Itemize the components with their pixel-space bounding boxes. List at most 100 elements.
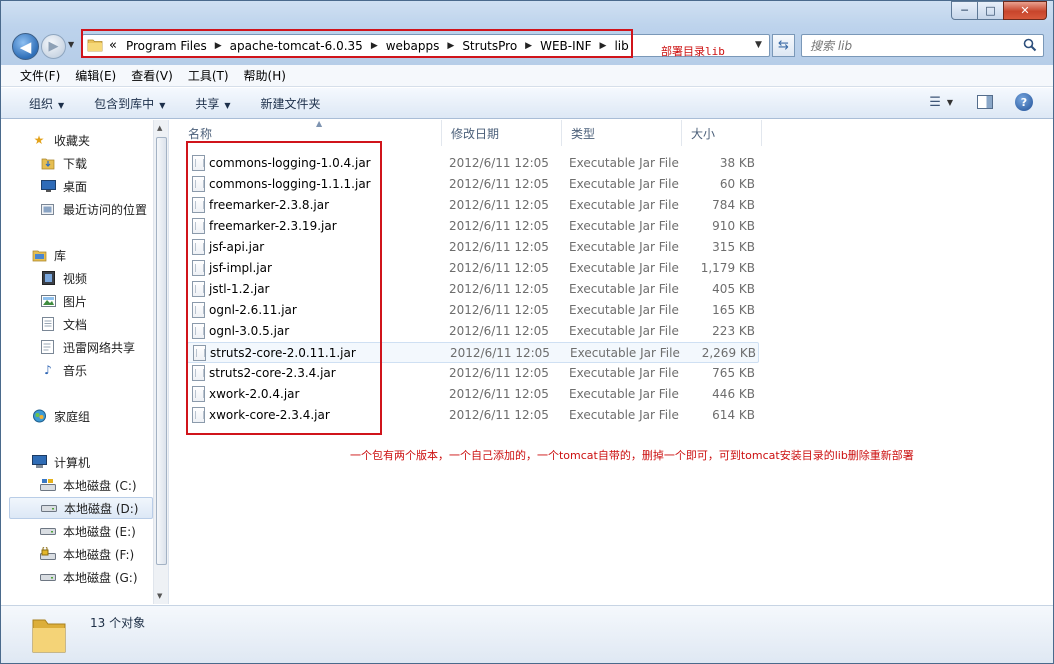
- nav-videos[interactable]: 视频: [1, 267, 153, 289]
- include-in-library-button[interactable]: 包含到库中 ▼: [94, 95, 165, 112]
- menu-view[interactable]: 查看(V): [131, 67, 173, 84]
- refresh-button[interactable]: ⇆: [772, 34, 795, 57]
- star-icon: ★: [33, 133, 45, 147]
- file-type: Executable Jar File: [569, 366, 679, 380]
- share-label: 共享: [195, 96, 220, 111]
- view-controls: ☰ ▼ ?: [929, 93, 1033, 111]
- nav-drive-c[interactable]: 本地磁盘 (C:): [1, 474, 153, 496]
- file-size: 910 KB: [712, 219, 755, 233]
- file-size: 315 KB: [712, 240, 755, 254]
- nav-label: 家庭组: [54, 409, 91, 424]
- include-library-label: 包含到库中: [94, 96, 155, 111]
- nav-drive-g[interactable]: 本地磁盘 (G:): [1, 566, 153, 588]
- organize-button[interactable]: 组织 ▼: [29, 95, 64, 112]
- address-history-dropdown[interactable]: ▼: [755, 40, 762, 50]
- file-type: Executable Jar File: [569, 198, 679, 212]
- nav-favorites[interactable]: ★ 收藏夹: [1, 129, 153, 151]
- menu-edit[interactable]: 编辑(E): [75, 67, 116, 84]
- menu-help[interactable]: 帮助(H): [244, 67, 286, 84]
- nav-label: 本地磁盘 (G:): [63, 570, 138, 585]
- file-size: 405 KB: [712, 282, 755, 296]
- file-size: 784 KB: [712, 198, 755, 212]
- file-modified: 2012/6/11 12:05: [449, 282, 549, 296]
- nav-scrollbar[interactable]: ▲ ▼: [153, 120, 168, 604]
- file-type: Executable Jar File: [569, 177, 679, 191]
- nav-downloads[interactable]: 下载: [1, 152, 153, 174]
- file-modified: 2012/6/11 12:05: [449, 261, 549, 275]
- chevron-down-icon: ▼: [58, 100, 65, 110]
- nav-drive-d[interactable]: 本地磁盘 (D:): [9, 497, 153, 519]
- annotation-address-note: 部署目录lib: [661, 45, 725, 58]
- explorer-window: ─ □ ✕ ◀ ▶ ▼ « Program Files ▶ apache-tom…: [0, 0, 1054, 664]
- caption-buttons: ─ □ ✕: [951, 1, 1047, 21]
- column-header-modified[interactable]: 修改日期: [442, 120, 562, 146]
- menu-tools[interactable]: 工具(T): [188, 67, 229, 84]
- nav-music[interactable]: ♪ 音乐: [1, 359, 153, 381]
- nav-documents[interactable]: 文档: [1, 313, 153, 335]
- nav-pictures[interactable]: 图片: [1, 290, 153, 312]
- nav-homegroup[interactable]: 家庭组: [1, 405, 153, 427]
- nav-label: 图片: [63, 294, 88, 309]
- back-button[interactable]: ◀: [12, 33, 39, 60]
- drive-icon: [40, 524, 56, 538]
- new-folder-button[interactable]: 新建文件夹: [261, 95, 321, 112]
- command-bar: 组织 ▼ 包含到库中 ▼ 共享 ▼ 新建文件夹 ☰ ▼ ?: [1, 88, 1053, 119]
- scroll-up-icon[interactable]: ▲: [157, 124, 162, 132]
- file-type: Executable Jar File: [569, 156, 679, 170]
- recent-pages-dropdown[interactable]: ▼: [68, 40, 74, 49]
- refresh-icon: ⇆: [778, 38, 789, 53]
- recent-places-icon: [40, 202, 56, 216]
- chevron-down-icon: ▼: [159, 100, 166, 110]
- search-input[interactable]: [810, 38, 1010, 54]
- file-size: 446 KB: [712, 387, 755, 401]
- nav-scrollbar-thumb[interactable]: [156, 137, 167, 565]
- scroll-down-icon[interactable]: ▼: [157, 592, 162, 600]
- file-modified: 2012/6/11 12:05: [449, 156, 549, 170]
- nav-label: 本地磁盘 (E:): [63, 524, 136, 539]
- video-icon: [40, 271, 56, 285]
- search-box[interactable]: [801, 34, 1044, 57]
- share-button[interactable]: 共享 ▼: [195, 95, 230, 112]
- music-icon: ♪: [44, 363, 52, 377]
- documents-icon: [40, 317, 56, 331]
- file-size: 165 KB: [712, 303, 755, 317]
- chevron-down-icon: ▼: [224, 100, 231, 110]
- close-button[interactable]: ✕: [1003, 1, 1047, 20]
- preview-pane-icon[interactable]: [977, 95, 993, 109]
- nav-drive-f[interactable]: 本地磁盘 (F:): [1, 543, 153, 565]
- help-icon[interactable]: ?: [1015, 93, 1033, 111]
- file-type: Executable Jar File: [569, 282, 679, 296]
- nav-libraries[interactable]: 库: [1, 244, 153, 266]
- nav-desktop[interactable]: 桌面: [1, 175, 153, 197]
- nav-label: 计算机: [54, 455, 91, 470]
- search-icon[interactable]: [1023, 38, 1037, 52]
- file-size: 223 KB: [712, 324, 755, 338]
- nav-recent-places[interactable]: 最近访问的位置: [1, 198, 153, 220]
- menu-file[interactable]: 文件(F): [20, 67, 60, 84]
- nav-xunlei-share[interactable]: 迅雷网络共享: [1, 336, 153, 358]
- system-drive-icon: [40, 478, 56, 492]
- item-count: 13 个对象: [90, 616, 146, 630]
- file-type: Executable Jar File: [570, 346, 680, 360]
- file-size: 614 KB: [712, 408, 755, 422]
- file-size: 60 KB: [719, 177, 755, 191]
- file-type: Executable Jar File: [569, 219, 679, 233]
- forward-button[interactable]: ▶: [41, 34, 66, 59]
- libraries-icon: [31, 248, 47, 262]
- arrow-right-icon: ▶: [48, 39, 59, 54]
- file-modified: 2012/6/11 12:05: [450, 346, 550, 360]
- nav-computer[interactable]: 计算机: [1, 451, 153, 473]
- change-view-icon[interactable]: ☰: [929, 95, 941, 110]
- minimize-button[interactable]: ─: [951, 1, 978, 20]
- view-options-dropdown[interactable]: ▼: [947, 98, 953, 107]
- desktop-icon: [40, 179, 56, 193]
- maximize-button[interactable]: □: [977, 1, 1004, 20]
- nav-label: 本地磁盘 (F:): [63, 547, 135, 562]
- nav-label: 本地磁盘 (D:): [64, 501, 139, 516]
- annotation-box-address: [81, 29, 633, 58]
- file-size: 765 KB: [712, 366, 755, 380]
- column-header-size[interactable]: 大小: [682, 120, 762, 146]
- column-header-type[interactable]: 类型: [562, 120, 682, 146]
- nav-drive-e[interactable]: 本地磁盘 (E:): [1, 520, 153, 542]
- nav-label: 下载: [63, 156, 88, 171]
